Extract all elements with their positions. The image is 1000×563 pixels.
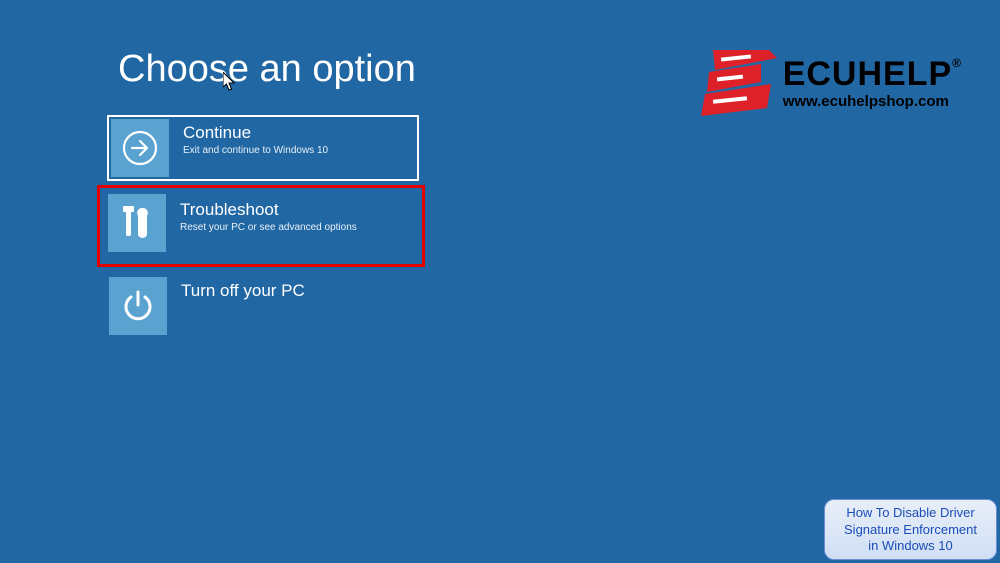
banner-line: Signature Enforcement xyxy=(833,522,988,538)
ecuhelp-logo: ECUHELP® www.ecuhelpshop.com xyxy=(699,50,962,116)
logo-url: www.ecuhelpshop.com xyxy=(783,93,962,110)
power-icon xyxy=(109,277,167,335)
page-title: Choose an option xyxy=(118,48,416,91)
troubleshoot-option[interactable]: Troubleshoot Reset your PC or see advanc… xyxy=(97,185,425,267)
option-subtitle: Exit and continue to Windows 10 xyxy=(183,145,328,156)
continue-option[interactable]: Continue Exit and continue to Windows 10 xyxy=(107,115,419,181)
option-subtitle: Reset your PC or see advanced options xyxy=(180,222,357,233)
turnoff-option[interactable]: Turn off your PC xyxy=(107,275,419,341)
tools-icon xyxy=(108,194,166,252)
logo-text-group: ECUHELP® www.ecuhelpshop.com xyxy=(783,57,962,110)
mouse-cursor-icon xyxy=(223,72,237,92)
banner-line: in Windows 10 xyxy=(833,538,988,554)
logo-text: ECUHELP® xyxy=(783,57,962,91)
banner-line: How To Disable Driver xyxy=(833,505,988,521)
logo-mark-icon xyxy=(699,50,777,116)
tutorial-banner: How To Disable Driver Signature Enforcem… xyxy=(824,499,997,560)
option-text: Continue Exit and continue to Windows 10 xyxy=(169,117,328,156)
option-title: Continue xyxy=(183,123,328,143)
option-title: Turn off your PC xyxy=(181,281,305,301)
options-list: Continue Exit and continue to Windows 10… xyxy=(107,115,425,347)
arrow-right-icon xyxy=(111,119,169,177)
option-title: Troubleshoot xyxy=(180,200,357,220)
option-text: Troubleshoot Reset your PC or see advanc… xyxy=(166,194,357,233)
option-text: Turn off your PC xyxy=(167,275,305,301)
